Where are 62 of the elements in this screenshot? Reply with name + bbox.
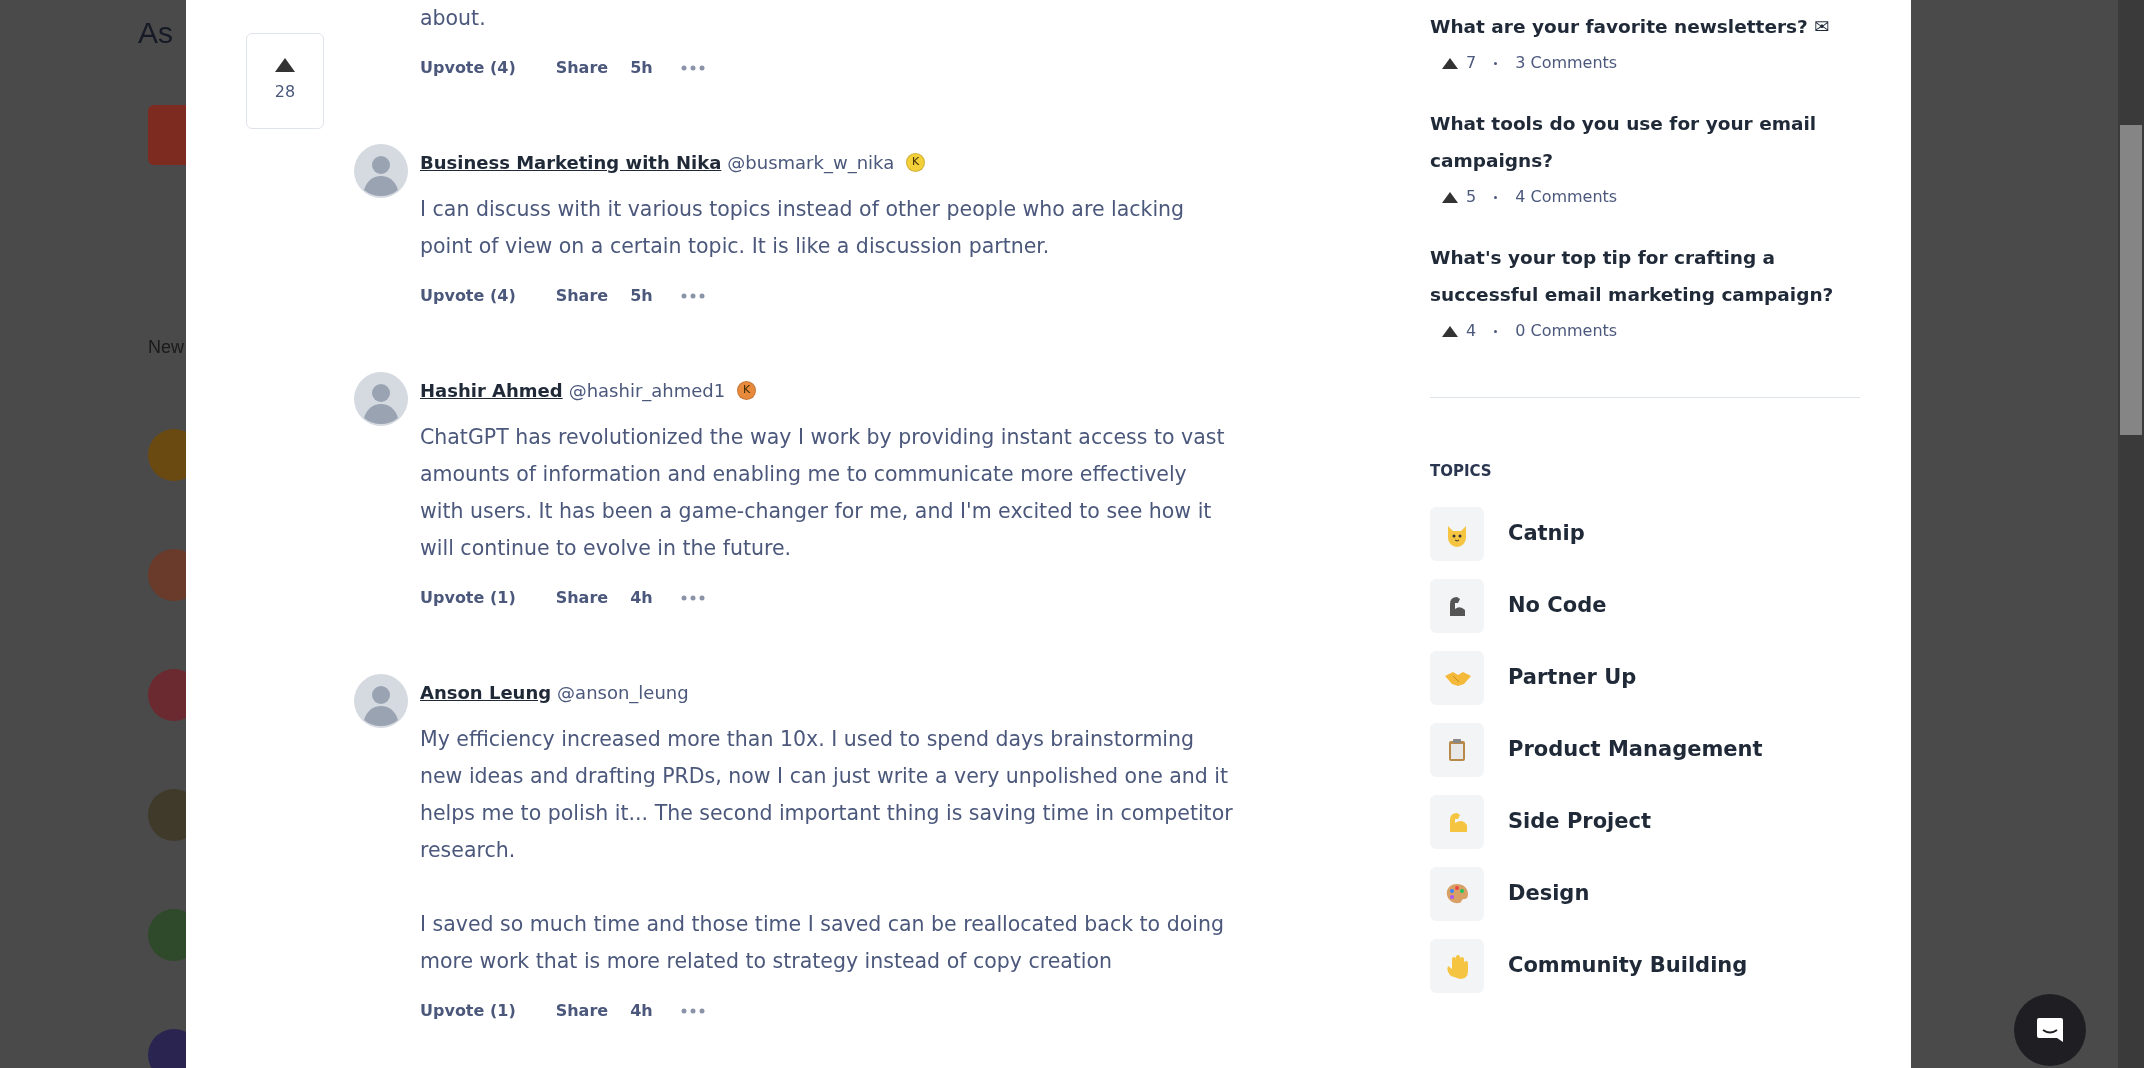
comment-text: I saved so much time and those time I saved can be reallocated back to doing more work that is more related to strategy instead of copy creation <box>420 911 1225 975</box>
comments-link[interactable]: 4 Comments <box>1515 185 1618 209</box>
avatar-icon[interactable] <box>354 144 408 198</box>
topic-link[interactable]: No Code <box>1430 578 1860 633</box>
more-options-icon[interactable] <box>680 65 705 71</box>
author-handle: @busmark_w_nika <box>727 150 895 176</box>
discussion-title[interactable]: What tools do you use for your email campaigns? <box>1430 105 1860 179</box>
avatar-placeholder <box>148 429 186 481</box>
topic-link[interactable]: Catnip <box>1430 506 1860 561</box>
scrollbar[interactable] <box>2118 0 2144 1068</box>
comment-text: I can discuss with it various topics instead of other people who are lacking point of view on a certain topic. It is like a discussion partner. <box>420 196 1186 260</box>
share-button[interactable]: Share <box>555 56 609 80</box>
section-heading: TOPICS <box>1430 461 1493 482</box>
upvote-button[interactable]: Upvote (4) <box>420 284 516 308</box>
avatar-placeholder <box>148 909 186 961</box>
author-name[interactable]: Anson Leung <box>420 678 552 706</box>
topic-link[interactable]: Side Project <box>1430 794 1860 849</box>
upvote-button[interactable]: 4 <box>1442 319 1477 343</box>
topic-link[interactable]: Community Building <box>1430 938 1860 993</box>
avatar-placeholder <box>148 669 186 721</box>
more-options-icon[interactable] <box>680 293 705 299</box>
upvote-button[interactable]: Upvote (1) <box>420 586 516 610</box>
avatar-placeholder <box>148 549 186 601</box>
upvote-button[interactable]: 28 <box>246 33 324 129</box>
comment-text: ChatGPT has revolutionized the way I work by providing instant access to vast amounts of information and enabling me to communicate more effectively with users. It has been a game-changer for me, and I'm excited to see how it will continue to evolve in the future. <box>420 424 1226 562</box>
share-button[interactable]: Share <box>555 284 609 308</box>
discussion-title[interactable]: What's your top tip for crafting a successful email marketing campaign? <box>1430 239 1860 313</box>
topic-link[interactable]: Product Management <box>1430 722 1860 777</box>
author-handle: @anson_leung <box>557 680 689 706</box>
upvote-button[interactable]: Upvote (4) <box>420 56 516 80</box>
avatar-icon[interactable] <box>354 372 408 426</box>
discussion-title[interactable]: What are your favorite newsletters? ✉ <box>1430 8 1860 45</box>
more-options-icon[interactable] <box>680 1008 705 1014</box>
comments-link[interactable]: 3 Comments <box>1515 51 1618 75</box>
comment-time: 5h <box>630 57 653 79</box>
more-options-icon[interactable] <box>680 595 705 601</box>
scrollbar-thumb[interactable] <box>2120 125 2142 435</box>
comment-text: about. <box>420 5 487 32</box>
comment-time: 5h <box>630 285 653 307</box>
upvote-button[interactable]: 5 <box>1442 185 1477 209</box>
comment-text: My efficiency increased more than 10x. I used to spend days brainstorming new ideas and drafting PRDs, now I can just write a very unpolished one and it helps me to polish it... The second important thing is saving time in competitor research. <box>420 726 1234 864</box>
chat-bubble-icon <box>2035 1015 2065 1045</box>
avatar-icon[interactable] <box>354 674 408 728</box>
upvote-triangle-icon <box>1442 325 1458 337</box>
karma-badge: K <box>906 152 926 172</box>
upvote-button[interactable]: 7 <box>1442 51 1477 75</box>
upvote-triangle-icon <box>1442 57 1458 69</box>
topic-link[interactable]: Partner Up <box>1430 650 1860 705</box>
upvote-triangle-icon <box>1442 191 1458 203</box>
upvote-triangle-icon <box>275 58 295 72</box>
karma-badge: K <box>737 380 757 400</box>
share-button[interactable]: Share <box>555 999 609 1023</box>
comment-time: 4h <box>630 1000 653 1022</box>
author-name[interactable]: Business Marketing with Nika <box>420 148 722 176</box>
comment-time: 4h <box>630 587 653 609</box>
comments-link[interactable]: 0 Comments <box>1515 319 1618 343</box>
upvote-button[interactable]: Upvote (1) <box>420 999 516 1023</box>
avatar-placeholder <box>148 789 186 841</box>
author-name[interactable]: Hashir Ahmed <box>420 376 563 404</box>
share-button[interactable]: Share <box>555 586 609 610</box>
author-handle: @hashir_ahmed1 <box>568 378 726 404</box>
topic-link[interactable]: Design <box>1430 866 1860 921</box>
